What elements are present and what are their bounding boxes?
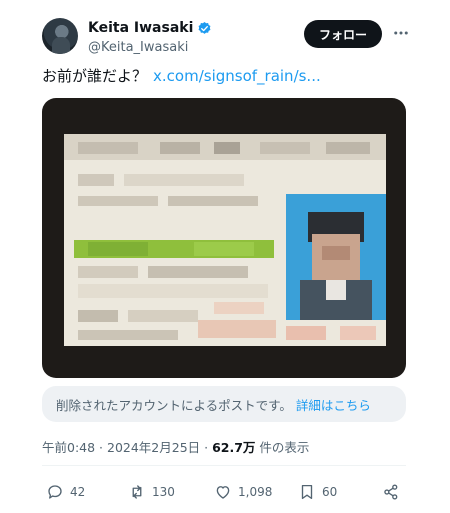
share-button[interactable] bbox=[382, 480, 400, 504]
heart-icon bbox=[216, 486, 230, 499]
verified-badge-icon bbox=[198, 21, 211, 34]
tweet-image[interactable] bbox=[42, 98, 406, 378]
action-bar: 42 130 1,098 60 bbox=[42, 480, 406, 504]
repost-icon bbox=[132, 485, 142, 499]
like-button[interactable]: 1,098 bbox=[214, 480, 272, 504]
tweet-header: Keita Iwasaki @Keita_Iwasaki フォロー bbox=[42, 16, 422, 58]
view-count-suffix: 件の表示 bbox=[259, 440, 310, 455]
reply-count: 42 bbox=[70, 485, 86, 499]
follow-button[interactable]: フォロー bbox=[304, 20, 382, 48]
view-count: 62.7万 bbox=[212, 440, 256, 455]
notice-details-link[interactable]: 詳細はこちら bbox=[296, 395, 371, 414]
more-icon[interactable] bbox=[390, 22, 412, 44]
divider bbox=[42, 465, 406, 466]
pixelated-id-card bbox=[64, 134, 386, 346]
tweet-meta: 午前0:48 · 2024年2月25日 · 62.7万 件の表示 bbox=[42, 437, 309, 456]
tweet-body: お前が誰だよ？ bbox=[42, 67, 148, 85]
avatar[interactable] bbox=[42, 18, 78, 54]
repost-button[interactable]: 130 bbox=[128, 480, 175, 504]
timestamp[interactable]: 午前0:48 · 2024年2月25日 · bbox=[42, 440, 208, 455]
bookmark-icon bbox=[301, 484, 313, 500]
bookmark-button[interactable]: 60 bbox=[298, 480, 337, 504]
reply-icon bbox=[48, 485, 62, 499]
author-handle[interactable]: @Keita_Iwasaki bbox=[88, 40, 188, 55]
tweet-link[interactable]: x.com/signsof_rain/s... bbox=[153, 67, 321, 85]
repost-count: 130 bbox=[152, 485, 175, 499]
like-count: 1,098 bbox=[238, 485, 273, 499]
display-name[interactable]: Keita Iwasaki bbox=[88, 20, 193, 36]
share-icon bbox=[384, 484, 398, 500]
reply-button[interactable]: 42 bbox=[46, 480, 85, 504]
bookmark-count: 60 bbox=[322, 485, 338, 499]
notice-text: 削除されたアカウントによるポストです。 bbox=[56, 397, 292, 413]
author-name-row[interactable]: Keita Iwasaki bbox=[88, 20, 212, 36]
tweet-text: お前が誰だよ？ x.com/signsof_rain/s... bbox=[42, 66, 321, 86]
deleted-account-notice: 削除されたアカウントによるポストです。 詳細はこちら bbox=[42, 386, 406, 422]
